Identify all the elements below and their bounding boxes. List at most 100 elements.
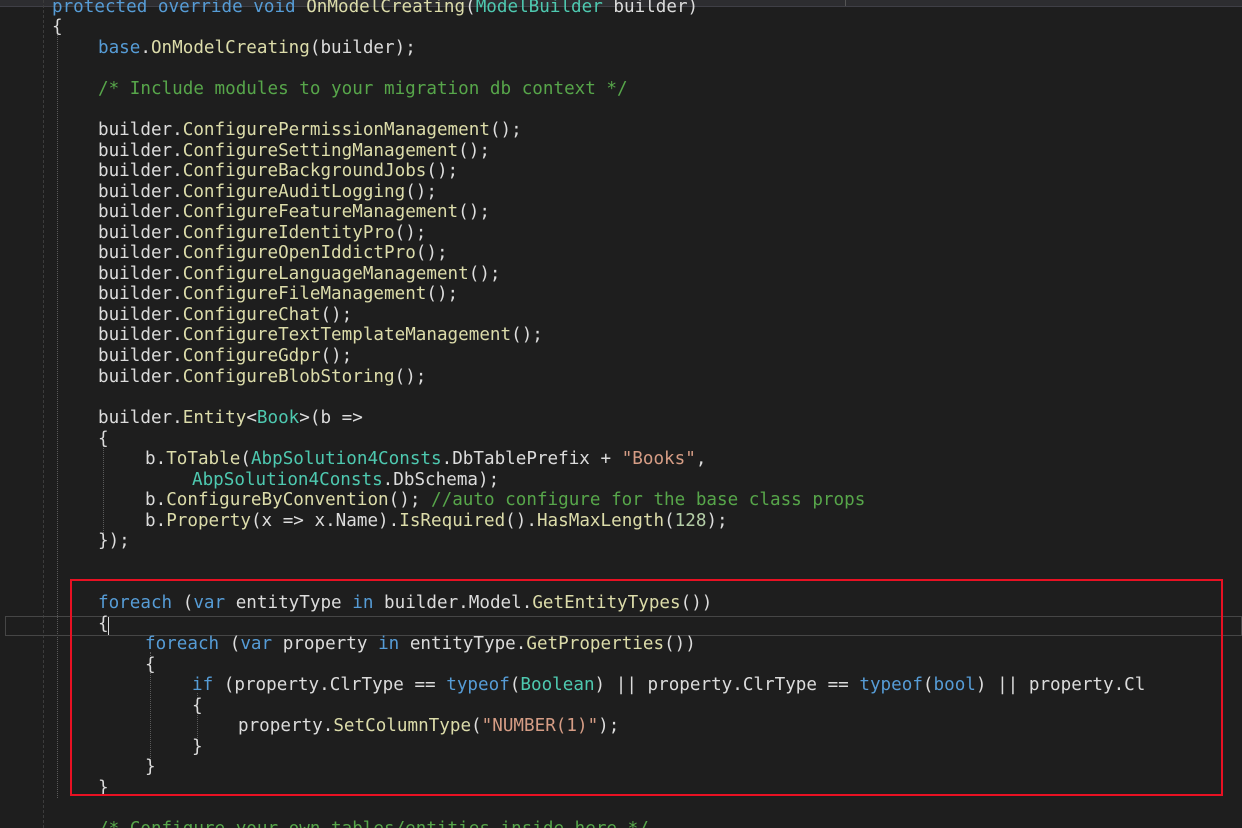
code-token: builder) xyxy=(602,0,699,17)
code-token: builder. xyxy=(98,284,183,304)
code-token: builder. xyxy=(98,325,183,345)
code-line[interactable]: builder.ConfigureBackgroundJobs(); xyxy=(98,161,458,181)
code-line[interactable]: builder.ConfigureBlobStoring(); xyxy=(98,367,426,387)
code-token: ConfigureOpenIddictPro xyxy=(182,243,416,263)
code-token: builder. xyxy=(98,264,183,284)
code-line[interactable]: builder.ConfigureFileManagement(); xyxy=(98,284,458,304)
code-token: builder. xyxy=(98,182,183,202)
code-token: ConfigureTextTemplateManagement xyxy=(182,325,512,345)
code-token: builder. xyxy=(98,243,183,263)
code-token: { xyxy=(98,429,109,449)
code-token: (); xyxy=(320,305,353,325)
code-token: AbpSolution4Consts xyxy=(250,449,442,469)
code-line[interactable]: AbpSolution4Consts.DbSchema); xyxy=(192,470,499,490)
code-token: AbpSolution4Consts xyxy=(192,470,383,490)
code-token: (); xyxy=(468,264,501,284)
gutter-divider xyxy=(43,0,44,828)
code-line[interactable]: { xyxy=(52,17,63,37)
code-token: ConfigureLanguageManagement xyxy=(182,264,469,284)
code-token: ConfigureAuditLogging xyxy=(182,182,406,202)
code-token: (); xyxy=(394,367,427,387)
code-line[interactable]: builder.ConfigureFeatureManagement(); xyxy=(98,202,490,222)
code-token: ConfigureFeatureManagement xyxy=(182,202,459,222)
code-line[interactable]: builder.ConfigureOpenIddictPro(); xyxy=(98,243,448,263)
code-token: ConfigureIdentityPro xyxy=(182,223,395,243)
code-token: "Books" xyxy=(621,449,696,469)
code-token: base xyxy=(98,38,141,58)
code-token: (); xyxy=(388,490,432,510)
code-token: , xyxy=(695,449,707,469)
code-token: builder. xyxy=(98,120,183,140)
code-token: builder. xyxy=(98,408,183,428)
code-token: (); xyxy=(415,243,448,263)
code-line[interactable]: { xyxy=(98,429,109,449)
code-line[interactable]: b.Property(x => x.Name).IsRequired().Has… xyxy=(145,511,728,531)
code-token: Book xyxy=(256,408,300,428)
code-line[interactable]: builder.ConfigureGdpr(); xyxy=(98,346,352,366)
code-line[interactable]: builder.ConfigureIdentityPro(); xyxy=(98,223,426,243)
code-token: .DbTablePrefix + xyxy=(441,449,622,469)
code-token: builder. xyxy=(98,161,183,181)
code-token: (); xyxy=(426,161,459,181)
code-token: (); xyxy=(458,202,490,222)
code-token: ( xyxy=(465,0,476,17)
code-line[interactable]: builder.ConfigureLanguageManagement(); xyxy=(98,264,501,284)
code-token: builder. xyxy=(98,346,183,366)
code-token: (x => x.Name). xyxy=(250,511,400,531)
code-token: IsRequired xyxy=(399,511,506,531)
navigation-bar-divider xyxy=(845,0,846,6)
code-editor[interactable]: protected override void OnModelCreating(… xyxy=(0,0,1242,828)
code-line[interactable]: builder.ConfigureTextTemplateManagement(… xyxy=(98,325,543,345)
indent-guide xyxy=(103,440,104,535)
code-token: ( xyxy=(240,449,251,469)
code-token: //auto configure for the base class prop… xyxy=(431,490,866,510)
code-token: builder. xyxy=(98,305,183,325)
code-token: (); xyxy=(458,141,490,161)
code-token: { xyxy=(52,17,63,37)
code-token: HasMaxLength xyxy=(536,511,665,531)
code-token: b. xyxy=(145,490,167,510)
indent-guide xyxy=(57,30,58,798)
code-token: . xyxy=(140,38,151,58)
code-line[interactable]: builder.ConfigureSettingManagement(); xyxy=(98,141,490,161)
code-token: < xyxy=(246,408,257,428)
code-token: ConfigurePermissionManagement xyxy=(182,120,490,140)
code-token: (); xyxy=(394,223,427,243)
code-line[interactable]: builder.ConfigureChat(); xyxy=(98,305,352,325)
code-line[interactable]: b.ToTable(AbpSolution4Consts.DbTablePref… xyxy=(145,449,706,469)
code-token: ConfigureByConvention xyxy=(166,490,389,510)
code-token: Property xyxy=(166,511,251,531)
code-token: builder. xyxy=(98,141,183,161)
code-token: /* Configure your own tables/entities in… xyxy=(98,819,649,828)
code-token: ConfigureChat xyxy=(182,305,321,325)
code-token: OnModelCreating xyxy=(150,38,310,58)
code-token: ConfigureGdpr xyxy=(182,346,321,366)
code-token: /* Include modules to your migration db … xyxy=(98,79,628,99)
code-token: 128 xyxy=(674,511,707,531)
code-token: ); xyxy=(706,511,728,531)
code-token: .DbSchema); xyxy=(382,470,500,490)
code-line[interactable]: protected override void OnModelCreating(… xyxy=(52,0,698,17)
code-token: (). xyxy=(505,511,537,531)
code-line[interactable]: /* Configure your own tables/entities in… xyxy=(98,819,649,828)
code-token: (); xyxy=(320,346,353,366)
code-token: (); xyxy=(511,325,543,345)
code-token: ConfigureBackgroundJobs xyxy=(182,161,427,181)
code-token: ( xyxy=(664,511,675,531)
code-token: (builder); xyxy=(309,38,416,58)
code-token: builder. xyxy=(98,202,183,222)
code-token: Entity xyxy=(182,408,247,428)
code-token: >(b => xyxy=(299,408,363,428)
code-line[interactable]: b.ConfigureByConvention(); //auto config… xyxy=(145,490,865,510)
code-line[interactable]: /* Include modules to your migration db … xyxy=(98,79,628,99)
code-line[interactable]: }); xyxy=(98,531,130,551)
code-line[interactable]: builder.Entity<Book>(b => xyxy=(98,408,363,428)
code-line[interactable]: builder.ConfigurePermissionManagement(); xyxy=(98,120,522,140)
code-line[interactable]: builder.ConfigureAuditLogging(); xyxy=(98,182,437,202)
code-token: b. xyxy=(145,449,167,469)
code-token: protected override void xyxy=(52,0,307,17)
code-token: b. xyxy=(145,511,167,531)
code-token: }); xyxy=(98,531,130,551)
code-token: ConfigureBlobStoring xyxy=(182,367,395,387)
code-line[interactable]: base.OnModelCreating(builder); xyxy=(98,38,416,58)
